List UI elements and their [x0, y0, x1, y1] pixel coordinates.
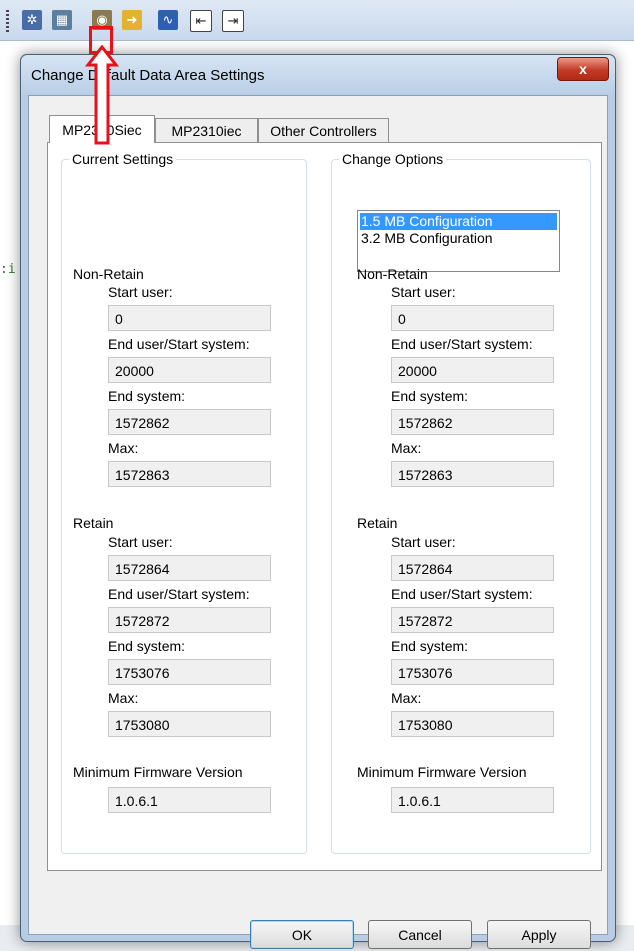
current-nr-max-field: 1572863	[108, 461, 271, 487]
current-nr-end-system-label: End system:	[108, 388, 186, 404]
options-nr-start-user-field: 0	[391, 305, 554, 331]
tab-panel: Current Settings Non-Retain Start user: …	[47, 142, 602, 871]
current-r-end-user-label: End user/Start system:	[108, 586, 250, 602]
list-item[interactable]: 3.2 MB Configuration	[360, 230, 557, 247]
current-min-firmware-label: Minimum Firmware Version	[73, 764, 243, 780]
dialog-client-area: MP2300Siec MP2310iec Other Controllers C…	[28, 95, 608, 949]
options-r-max-field: 1753080	[391, 711, 554, 737]
arrow-right-icon: ⇥	[227, 13, 239, 28]
toolbar-grip[interactable]	[6, 10, 9, 32]
options-nr-max-field: 1572863	[391, 461, 554, 487]
current-r-end-system-field: 1753076	[108, 659, 271, 685]
current-nr-start-user-label: Start user:	[108, 284, 173, 300]
toolbar-button-2[interactable]: ▦	[52, 10, 72, 30]
options-r-end-system-label: End system:	[391, 638, 469, 654]
current-retain-label: Retain	[73, 515, 114, 531]
cancel-button[interactable]: Cancel	[368, 920, 472, 949]
options-nr-max-label: Max:	[391, 440, 422, 456]
configuration-listbox[interactable]: 1.5 MB Configuration 3.2 MB Configuratio…	[357, 210, 560, 272]
close-button[interactable]: x	[557, 57, 609, 81]
data-area-settings-dialog: Change Default Data Area Settings x MP23…	[20, 54, 616, 949]
apply-button[interactable]: Apply	[487, 920, 591, 949]
current-min-firmware-field: 1.0.6.1	[108, 787, 271, 813]
change-options-title: Change Options	[339, 151, 447, 167]
options-nr-end-system-label: End system:	[391, 388, 469, 404]
options-r-start-user-field: 1572864	[391, 555, 554, 581]
dialog-title: Change Default Data Area Settings	[31, 67, 265, 84]
toolbar-button-6[interactable]: ⇤	[190, 10, 212, 32]
current-settings-group: Current Settings Non-Retain Start user: …	[61, 151, 307, 854]
close-icon: x	[579, 61, 587, 77]
options-nr-end-user-label: End user/Start system:	[391, 336, 533, 352]
annotation-arrow	[85, 45, 119, 145]
toolbar-button-5[interactable]: ∿	[158, 10, 178, 30]
current-nr-end-system-field: 1572862	[108, 409, 271, 435]
toolbar-button-4[interactable]: ➜	[122, 10, 142, 30]
list-item[interactable]: 1.5 MB Configuration	[360, 213, 557, 230]
options-r-max-label: Max:	[391, 690, 422, 706]
gear-icon: ✲	[26, 12, 38, 27]
options-r-end-user-field: 1572872	[391, 607, 554, 633]
options-r-end-user-label: End user/Start system:	[391, 586, 533, 602]
options-r-end-system-field: 1753076	[391, 659, 554, 685]
grid-icon: ▦	[55, 12, 69, 27]
options-min-firmware-label: Minimum Firmware Version	[357, 764, 527, 780]
options-retain-label: Retain	[357, 515, 398, 531]
current-r-end-system-label: End system:	[108, 638, 186, 654]
current-nr-start-user-field: 0	[108, 305, 271, 331]
options-min-firmware-field: 1.0.6.1	[391, 787, 554, 813]
options-nr-start-user-label: Start user:	[391, 284, 456, 300]
change-options-group: Change Options 1.5 MB Configuration 3.2 …	[331, 151, 591, 854]
tab-other-controllers[interactable]: Other Controllers	[258, 118, 389, 142]
current-nr-max-label: Max:	[108, 440, 139, 456]
options-non-retain-label: Non-Retain	[357, 266, 428, 282]
wave-icon: ∿	[162, 12, 174, 27]
toolbar-button-7[interactable]: ⇥	[222, 10, 244, 32]
arrow-left-icon: ⇤	[195, 13, 207, 28]
current-settings-title: Current Settings	[69, 151, 177, 167]
current-non-retain-label: Non-Retain	[73, 266, 144, 282]
current-nr-end-user-label: End user/Start system:	[108, 336, 250, 352]
current-r-start-user-field: 1572864	[108, 555, 271, 581]
options-nr-end-user-field: 20000	[391, 357, 554, 383]
current-r-max-label: Max:	[108, 690, 139, 706]
current-r-max-field: 1753080	[108, 711, 271, 737]
tab-mp2310iec[interactable]: MP2310iec	[155, 118, 258, 142]
current-r-end-user-field: 1572872	[108, 607, 271, 633]
options-r-start-user-label: Start user:	[391, 534, 456, 550]
background-code-fragment: :i	[0, 262, 16, 277]
options-nr-end-system-field: 1572862	[391, 409, 554, 435]
toolbar-button-1[interactable]: ✲	[22, 10, 42, 30]
current-nr-end-user-field: 20000	[108, 357, 271, 383]
current-r-start-user-label: Start user:	[108, 534, 173, 550]
export-icon: ➜	[126, 12, 138, 27]
ok-button[interactable]: OK	[250, 920, 354, 949]
